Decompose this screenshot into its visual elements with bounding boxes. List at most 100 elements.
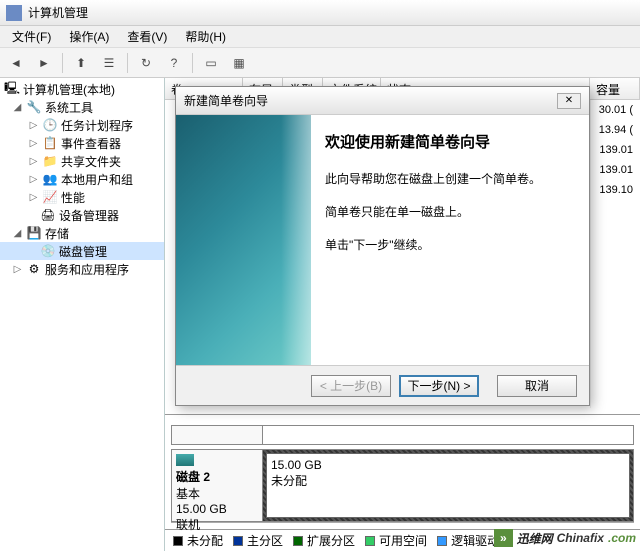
partition-state: 未分配 <box>271 474 307 488</box>
watermark-tld: .com <box>608 531 636 545</box>
tree-devmgr[interactable]: 🖨设备管理器 <box>0 206 164 224</box>
help-icon[interactable]: ? <box>164 53 184 73</box>
disk-kind: 基本 <box>176 487 200 501</box>
computer-icon: 🖳 <box>4 81 20 97</box>
tree-label: 事件查看器 <box>61 135 121 152</box>
window-title: 计算机管理 <box>28 4 88 21</box>
expand-icon[interactable]: ▷ <box>28 120 39 131</box>
watermark-brand: 迅维网 <box>517 530 553 547</box>
tree-eventviewer[interactable]: ▷📋事件查看器 <box>0 134 164 152</box>
wizard-text: 单击"下一步"继续。 <box>325 236 575 255</box>
wizard-button-row: < 上一步(B) 下一步(N) > 取消 <box>176 365 589 405</box>
tree-label: 存储 <box>45 225 69 242</box>
expand-icon[interactable]: ▷ <box>12 264 23 275</box>
disk-row[interactable]: 磁盘 2 基本 15.00 GB 联机 15.00 GB 未分配 <box>171 449 634 523</box>
cap-value: 139.10 <box>591 180 639 200</box>
tree-performance[interactable]: ▷📈性能 <box>0 188 164 206</box>
legend-label: 主分区 <box>247 532 283 549</box>
device-icon: 🖨 <box>40 207 56 223</box>
folder-icon: 📁 <box>42 153 58 169</box>
expand-icon[interactable]: ▷ <box>28 174 39 185</box>
close-button[interactable]: ✕ <box>557 93 581 109</box>
swatch-extended <box>293 536 303 546</box>
users-icon: 👥 <box>42 171 58 187</box>
tree-label: 共享文件夹 <box>61 153 121 170</box>
back-button[interactable]: < 上一步(B) <box>311 375 391 397</box>
tree-diskmgmt[interactable]: 💿磁盘管理 <box>0 242 164 260</box>
perf-icon: 📈 <box>42 189 58 205</box>
storage-icon: 💾 <box>26 225 42 241</box>
expand-icon[interactable]: ▷ <box>28 156 39 167</box>
menu-help[interactable]: 帮助(H) <box>177 26 234 47</box>
disk-partition-unallocated[interactable]: 15.00 GB 未分配 <box>263 449 634 522</box>
detail-icon[interactable]: ▦ <box>229 53 249 73</box>
menu-action[interactable]: 操作(A) <box>61 26 117 47</box>
event-icon: 📋 <box>42 135 58 151</box>
refresh-icon[interactable]: ↻ <box>136 53 156 73</box>
capacity-column: 30.01 ( 13.94 ( 139.01 139.01 139.10 <box>590 100 640 408</box>
legend-label: 扩展分区 <box>307 532 355 549</box>
tree-label: 计算机管理(本地) <box>23 81 115 98</box>
disk-header[interactable]: 磁盘 2 基本 15.00 GB 联机 <box>171 449 263 522</box>
tree-sharedfolders[interactable]: ▷📁共享文件夹 <box>0 152 164 170</box>
tree-label: 磁盘管理 <box>59 243 107 260</box>
wizard-title: 新建简单卷向导 <box>184 92 268 109</box>
disk-icon: 💿 <box>40 243 56 259</box>
expand-icon[interactable]: ▷ <box>28 138 39 149</box>
clock-icon: 🕒 <box>42 117 58 133</box>
back-icon[interactable]: ◄ <box>6 53 26 73</box>
wizard-text: 简单卷只能在单一磁盘上。 <box>325 203 575 222</box>
tree-root[interactable]: 🖳计算机管理(本地) <box>0 80 164 98</box>
wizard-text: 此向导帮助您在磁盘上创建一个简单卷。 <box>325 170 575 189</box>
partition-size: 15.00 GB <box>271 458 322 472</box>
tree-scheduler[interactable]: ▷🕒任务计划程序 <box>0 116 164 134</box>
up-icon[interactable]: ⬆ <box>71 53 91 73</box>
expand-icon[interactable]: ▷ <box>28 192 39 203</box>
tree-storage[interactable]: ◢💾存储 <box>0 224 164 242</box>
wizard-titlebar[interactable]: 新建简单卷向导 ✕ <box>176 87 589 115</box>
cap-value: 30.01 ( <box>591 100 639 120</box>
tree-label: 任务计划程序 <box>61 117 133 134</box>
collapse-icon[interactable]: ◢ <box>12 102 23 113</box>
swatch-primary <box>233 536 243 546</box>
legend-label: 可用空间 <box>379 532 427 549</box>
menubar: 文件(F) 操作(A) 查看(V) 帮助(H) <box>0 26 640 48</box>
separator <box>62 53 63 73</box>
separator <box>192 53 193 73</box>
next-button[interactable]: 下一步(N) > <box>399 375 479 397</box>
tree-label: 服务和应用程序 <box>45 261 129 278</box>
tree-label: 性能 <box>61 189 85 206</box>
separator <box>127 53 128 73</box>
toolbar: ◄ ► ⬆ ☰ ↻ ? ▭ ▦ <box>0 48 640 78</box>
watermark-brand: Chinafix <box>557 531 604 545</box>
tree-systools[interactable]: ◢🔧系统工具 <box>0 98 164 116</box>
disk-status: 联机 <box>176 518 200 532</box>
forward-icon[interactable]: ► <box>34 53 54 73</box>
tree-localusers[interactable]: ▷👥本地用户和组 <box>0 170 164 188</box>
swatch-unalloc <box>173 536 183 546</box>
tree-label: 本地用户和组 <box>61 171 133 188</box>
tree-services[interactable]: ▷⚙服务和应用程序 <box>0 260 164 278</box>
app-icon <box>6 5 22 21</box>
tree-label: 设备管理器 <box>59 207 119 224</box>
tree-label: 系统工具 <box>45 99 93 116</box>
navigation-tree[interactable]: 🖳计算机管理(本地) ◢🔧系统工具 ▷🕒任务计划程序 ▷📋事件查看器 ▷📁共享文… <box>0 78 165 551</box>
disk-icon <box>176 454 194 466</box>
window-titlebar: 计算机管理 <box>0 0 640 26</box>
menu-file[interactable]: 文件(F) <box>4 26 59 47</box>
list-icon[interactable]: ▭ <box>201 53 221 73</box>
wizard-content: 欢迎使用新建简单卷向导 此向导帮助您在磁盘上创建一个简单卷。 简单卷只能在单一磁… <box>311 115 589 365</box>
col-capacity[interactable]: 容量 <box>590 78 640 99</box>
disk-name: 磁盘 2 <box>176 470 210 484</box>
properties-icon[interactable]: ☰ <box>99 53 119 73</box>
swatch-logical <box>437 536 447 546</box>
menu-view[interactable]: 查看(V) <box>119 26 175 47</box>
cap-value: 139.01 <box>591 160 639 180</box>
collapse-icon[interactable]: ◢ <box>12 228 23 239</box>
new-simple-volume-wizard: 新建简单卷向导 ✕ 欢迎使用新建简单卷向导 此向导帮助您在磁盘上创建一个简单卷。… <box>175 86 590 406</box>
cancel-button[interactable]: 取消 <box>497 375 577 397</box>
watermark-arrow-icon: » <box>494 529 513 547</box>
legend-label: 未分配 <box>187 532 223 549</box>
wizard-heading: 欢迎使用新建简单卷向导 <box>325 131 575 152</box>
wizard-sidebar-graphic <box>176 115 311 365</box>
